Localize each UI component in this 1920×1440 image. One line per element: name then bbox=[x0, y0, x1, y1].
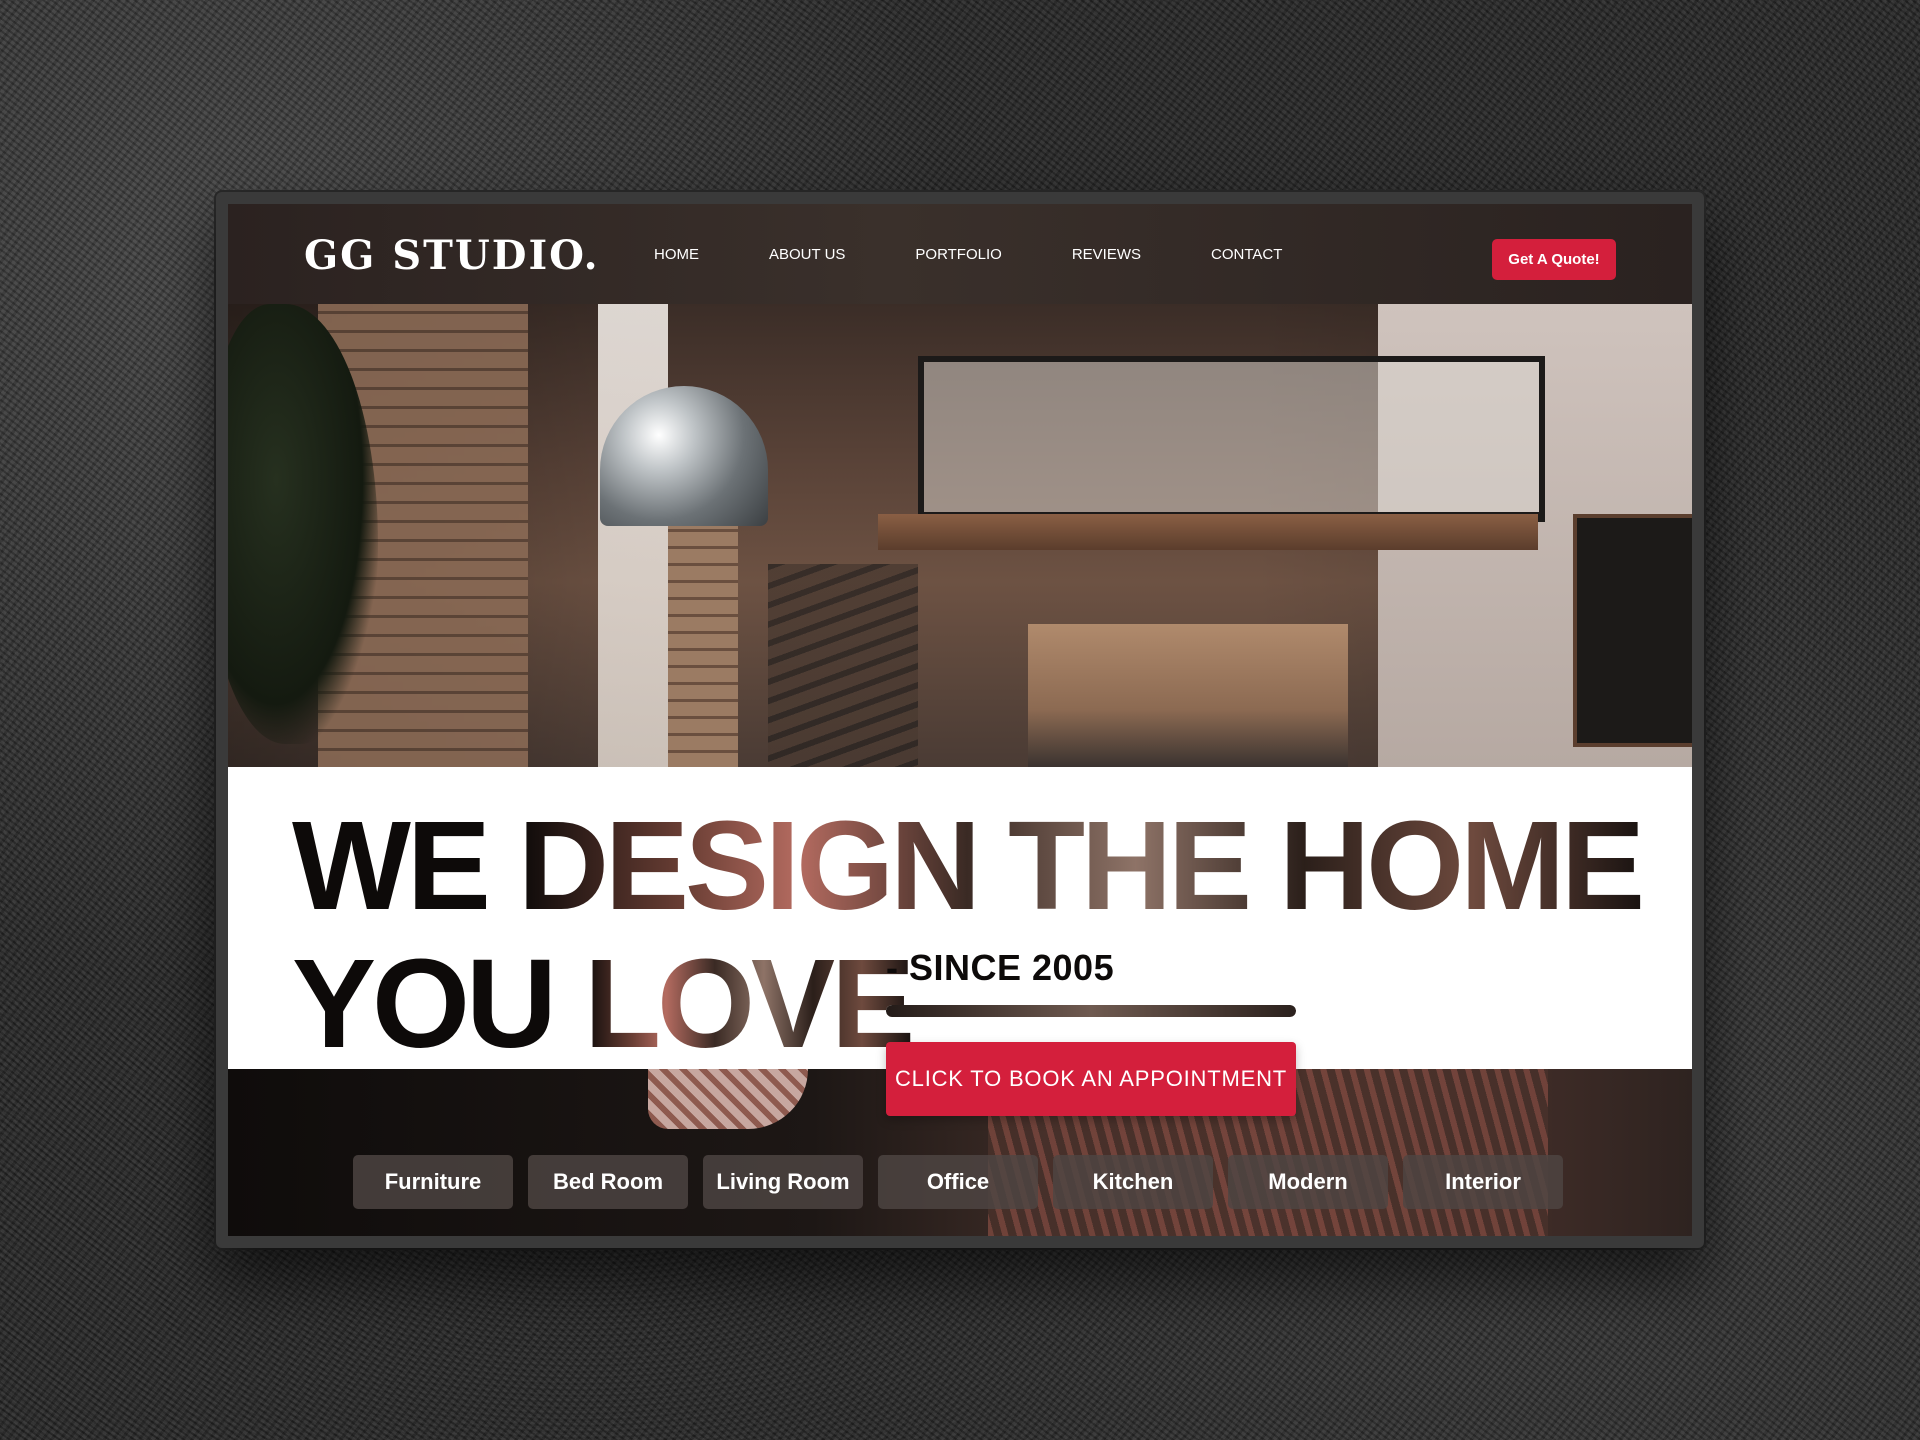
monitor-frame: GG STUDIO. HOME ABOUT US PORTFOLIO REVIE… bbox=[216, 192, 1704, 1248]
category-living-room[interactable]: Living Room bbox=[703, 1155, 863, 1209]
nav-item-reviews[interactable]: REVIEWS bbox=[1072, 246, 1141, 263]
spiral-stairs-image bbox=[768, 564, 918, 767]
headline-image-text-1: DESIGN THE HOME bbox=[517, 795, 1645, 936]
decorative-bar bbox=[886, 1005, 1296, 1017]
window-image bbox=[598, 304, 668, 767]
category-interior[interactable]: Interior bbox=[1403, 1155, 1563, 1209]
main-nav: HOME ABOUT US PORTFOLIO REVIEWS CONTACT bbox=[654, 246, 1352, 263]
site-header: GG STUDIO. HOME ABOUT US PORTFOLIO REVIE… bbox=[228, 204, 1692, 304]
kitchen-image bbox=[1028, 624, 1348, 767]
nav-item-about-us[interactable]: ABOUT US bbox=[769, 246, 845, 263]
category-modern[interactable]: Modern bbox=[1228, 1155, 1388, 1209]
headline-word-we: WE bbox=[292, 795, 491, 936]
headline-band: WE DESIGN THE HOME YOU LOVE - SINCE 2005 bbox=[228, 767, 1692, 1073]
loft-railing-image bbox=[918, 356, 1545, 522]
category-bed-room[interactable]: Bed Room bbox=[528, 1155, 688, 1209]
category-office[interactable]: Office bbox=[878, 1155, 1038, 1209]
since-text: - SINCE 2005 bbox=[886, 947, 1115, 988]
nav-item-contact[interactable]: CONTACT bbox=[1211, 246, 1282, 263]
hero-headline: WE DESIGN THE HOME YOU LOVE bbox=[292, 795, 1645, 1074]
category-kitchen[interactable]: Kitchen bbox=[1053, 1155, 1213, 1209]
blackboard-image bbox=[1573, 514, 1692, 747]
headline-line-1: WE DESIGN THE HOME bbox=[292, 795, 1645, 936]
headline-image-text-2: LOVE bbox=[584, 933, 915, 1074]
category-list: Furniture Bed Room Living Room Office Ki… bbox=[353, 1155, 1563, 1209]
brand-logo[interactable]: GG STUDIO. bbox=[304, 232, 600, 279]
brick-column-image bbox=[668, 504, 738, 767]
get-quote-button[interactable]: Get A Quote! bbox=[1492, 239, 1616, 280]
nav-item-home[interactable]: HOME bbox=[654, 246, 699, 263]
loft-beam-image bbox=[878, 514, 1538, 550]
website-screen: GG STUDIO. HOME ABOUT US PORTFOLIO REVIE… bbox=[228, 204, 1692, 1236]
book-appointment-button[interactable]: CLICK TO BOOK AN APPOINTMENT bbox=[886, 1042, 1296, 1116]
cushion-image bbox=[648, 1069, 808, 1129]
hero-interior-photo bbox=[228, 304, 1692, 767]
category-furniture[interactable]: Furniture bbox=[353, 1155, 513, 1209]
nav-item-portfolio[interactable]: PORTFOLIO bbox=[915, 246, 1001, 263]
decorative-bar-fill bbox=[886, 1005, 1296, 1017]
headline-word-you: YOU bbox=[292, 933, 557, 1074]
